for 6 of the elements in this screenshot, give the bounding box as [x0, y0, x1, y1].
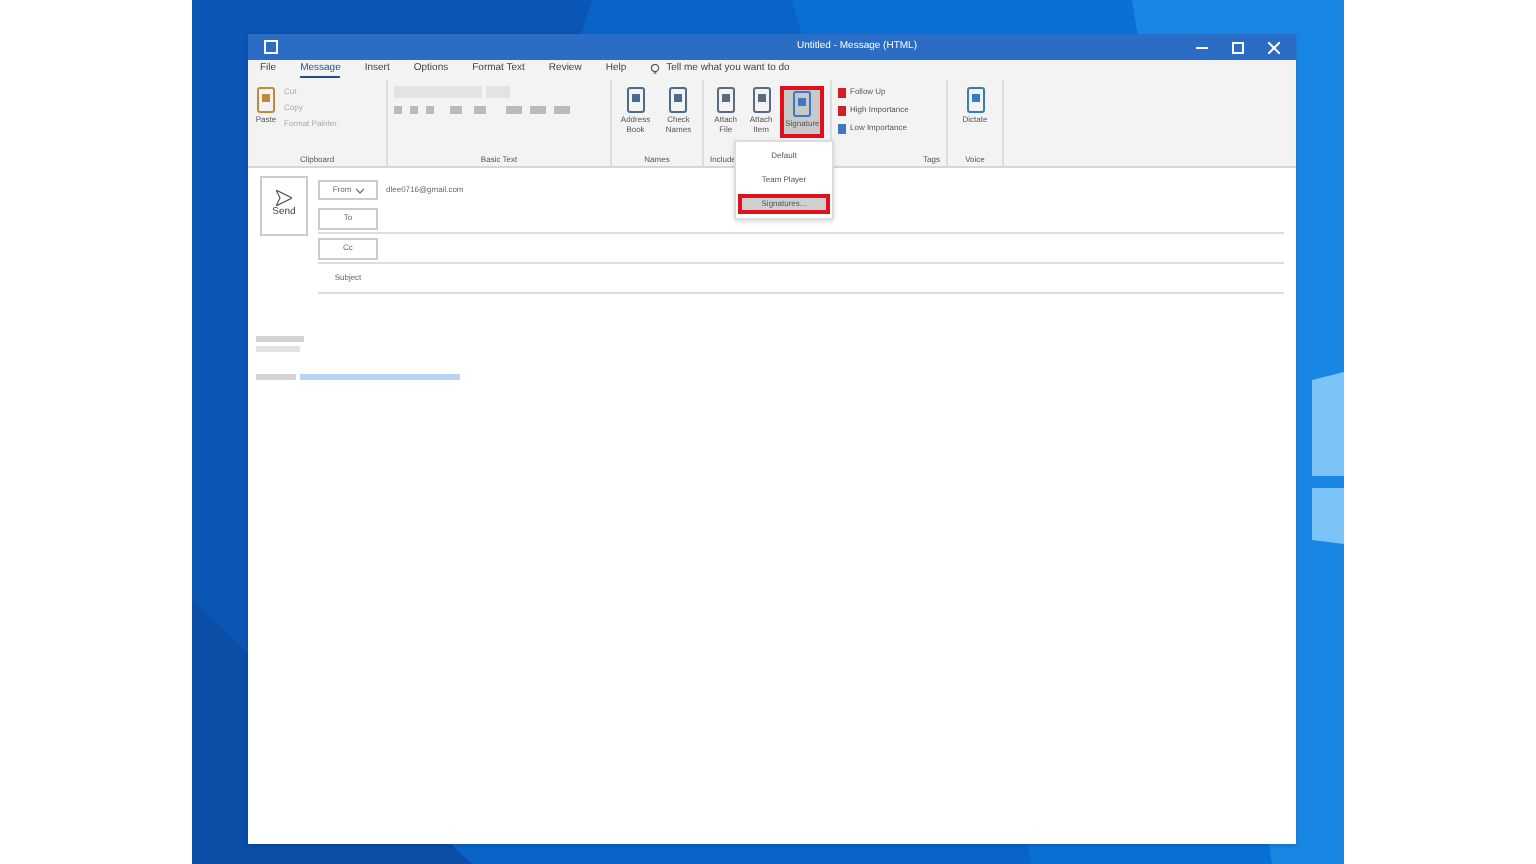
maximize-icon[interactable]	[1232, 41, 1244, 53]
send-icon	[276, 190, 292, 207]
close-icon[interactable]	[1268, 41, 1280, 53]
caret-icon	[355, 187, 364, 193]
lightbulb-icon	[650, 64, 661, 76]
minimize-icon[interactable]	[1196, 41, 1208, 53]
